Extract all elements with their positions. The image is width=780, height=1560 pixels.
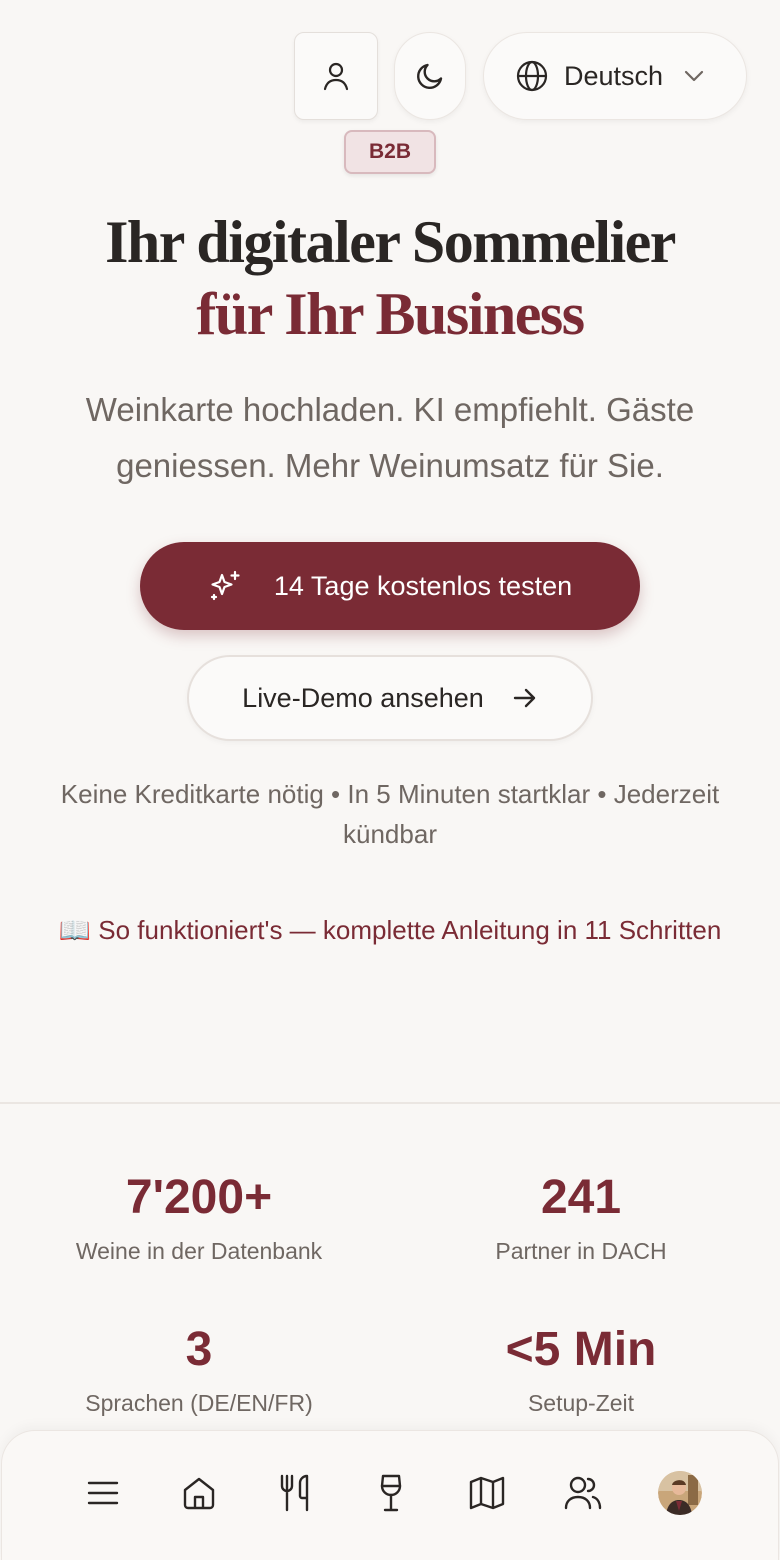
moon-icon [415,61,445,91]
stat-label: Setup-Zeit [527,1390,635,1416]
bottom-nav [1,1430,779,1560]
free-trial-button[interactable]: 14 Tage kostenlos testen [140,542,640,630]
avatar [658,1471,702,1515]
stat-languages: 3 Sprachen (DE/EN/FR) [4,1320,394,1418]
fine-print: Keine Kreditkarte nötig • In 5 Minuten s… [60,779,720,849]
theme-toggle-button[interactable] [394,32,466,120]
nav-menu[interactable] [75,1465,131,1521]
map-icon [469,1476,505,1510]
stat-value: 3 [185,1323,213,1376]
language-label: Deutsch [564,60,664,91]
user-icon [322,61,350,91]
stat-label: Weine in der Datenbank [75,1238,323,1264]
globe-icon [516,60,548,92]
free-trial-label: 14 Tage kostenlos testen [273,570,573,601]
stat-value: 7'200+ [125,1171,273,1224]
nav-community[interactable] [555,1465,611,1521]
stat-value: 241 [540,1171,622,1224]
utensils-icon [278,1474,312,1512]
menu-icon [87,1480,119,1506]
account-button[interactable] [294,32,378,120]
arrow-right-icon [512,686,538,710]
users-icon [564,1476,602,1510]
wine-glass-icon [378,1474,404,1512]
live-demo-button[interactable]: Live-Demo ansehen [187,655,593,741]
nav-map[interactable] [459,1465,515,1521]
live-demo-label: Live-Demo ansehen [242,682,484,713]
stat-partners: 241 Partner in DACH [386,1168,776,1266]
guide-link[interactable]: 📖 So funktioniert's — komplette Anleitun… [0,910,780,950]
divider [0,1102,780,1104]
sparkles-icon [208,569,242,603]
b2b-badge: B2B [344,130,436,174]
top-bar: Deutsch [0,32,780,122]
language-select[interactable]: Deutsch [483,32,747,120]
stat-label: Sprachen (DE/EN/FR) [85,1390,313,1416]
stat-wines: 7'200+ Weine in der Datenbank [4,1168,394,1266]
home-icon [182,1476,216,1510]
nav-profile[interactable] [652,1465,708,1521]
hero-title-line1: Ihr digitaler Sommelier [105,209,676,275]
chevron-down-icon [683,69,705,83]
stat-value: <5 Min [505,1323,657,1376]
hero-title: Ihr digitaler Sommelier für Ihr Business [0,206,780,350]
stat-label: Partner in DACH [495,1238,667,1264]
nav-restaurants[interactable] [267,1465,323,1521]
stat-setup-time: <5 Min Setup-Zeit [386,1320,776,1418]
hero-subtitle: Weinkarte hochladen. KI empfiehlt. Gäste… [85,391,695,484]
hero-title-line2: für Ihr Business [196,281,585,347]
nav-home[interactable] [171,1465,227,1521]
nav-wines[interactable] [363,1465,419,1521]
